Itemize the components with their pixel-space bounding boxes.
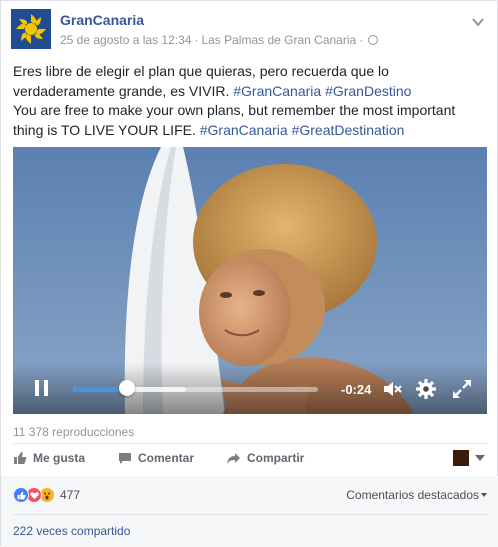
reactions-footer: 477 Comentarios destacados 222 veces com… xyxy=(1,476,498,547)
reactions-summary[interactable]: 477 xyxy=(13,486,80,504)
share-count-link[interactable]: 222 veces compartido xyxy=(13,524,130,538)
post-text-en: You are free to make your own plans, but… xyxy=(13,101,487,140)
page-name-link[interactable]: GranCanaria xyxy=(60,12,144,28)
page-logo[interactable] xyxy=(11,9,51,49)
location-link[interactable]: Las Palmas de Gran Canaria xyxy=(201,33,356,47)
post-meta: 25 de agosto a las 12:34 · Las Palmas de G… xyxy=(60,33,379,47)
reaction-count: 477 xyxy=(60,488,81,502)
hashtag-link[interactable]: #GranCanaria xyxy=(233,83,321,99)
progress-track[interactable] xyxy=(73,387,318,392)
share-button[interactable]: Compartir xyxy=(226,451,304,465)
post-text-es: Eres libre de elegir el plan que quieras… xyxy=(13,62,487,101)
comment-button[interactable]: Comentar xyxy=(118,451,194,465)
gear-icon[interactable] xyxy=(415,378,437,400)
sun-logo-icon xyxy=(16,14,46,44)
caret-down-icon[interactable] xyxy=(475,455,485,461)
like-button[interactable]: Me gusta xyxy=(13,451,85,465)
thumbs-up-icon xyxy=(14,452,27,464)
chevron-down-icon[interactable] xyxy=(469,15,487,29)
hashtag-link[interactable]: #GreatDestination xyxy=(292,122,405,138)
divider xyxy=(13,443,487,444)
comment-label: Comentar xyxy=(138,451,195,465)
video-player[interactable]: -0:24 xyxy=(13,147,487,414)
post-header: GranCanaria 25 de agosto a las 12:34 · Las… xyxy=(11,9,489,51)
like-reaction-icon xyxy=(13,487,29,503)
comment-sort-label: Comentarios destacados xyxy=(346,488,479,502)
globe-icon xyxy=(368,35,379,45)
share-arrow-icon xyxy=(227,452,240,464)
post-date-link[interactable]: 25 de agosto a las 12:34 xyxy=(60,33,191,47)
view-count: 11 378 reproducciones xyxy=(13,425,135,439)
meta-separator: · xyxy=(194,33,199,47)
share-label: Compartir xyxy=(247,451,305,465)
fullscreen-icon[interactable] xyxy=(451,378,473,400)
time-remaining: -0:24 xyxy=(341,382,372,397)
progress-knob[interactable] xyxy=(118,380,135,396)
post-card: GranCanaria 25 de agosto a las 12:34 · Las… xyxy=(0,0,498,547)
meta-separator: · xyxy=(359,33,364,47)
post-text: Eres libre de elegir el plan que quieras… xyxy=(13,62,487,140)
hashtag-link[interactable]: #GranDestino xyxy=(325,83,411,99)
pause-icon[interactable] xyxy=(35,380,49,396)
like-label: Me gusta xyxy=(33,451,86,465)
caret-down-icon xyxy=(481,493,487,497)
action-bar: Me gusta Comentar Compartir xyxy=(13,445,487,473)
comment-sort-dropdown[interactable]: Comentarios destacados xyxy=(346,488,487,502)
comment-icon xyxy=(119,452,131,464)
divider xyxy=(13,514,487,515)
video-controls: -0:24 xyxy=(13,362,487,414)
volume-muted-icon[interactable] xyxy=(381,378,403,400)
posting-as-avatar[interactable] xyxy=(453,450,469,466)
hashtag-link[interactable]: #GranCanaria xyxy=(200,122,288,138)
